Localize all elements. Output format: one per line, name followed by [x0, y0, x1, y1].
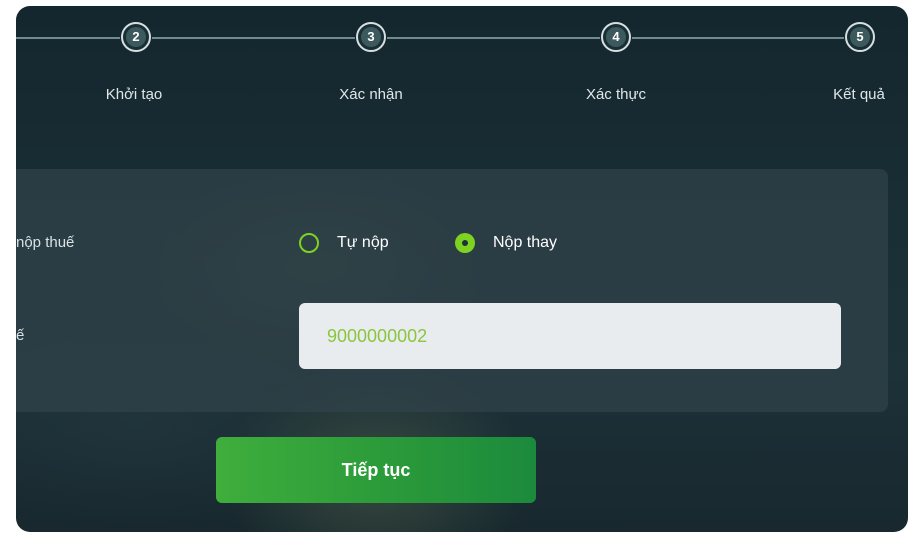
stepper-line [152, 37, 355, 39]
step-number: 4 [606, 27, 626, 47]
continue-button[interactable]: Tiếp tục [216, 437, 536, 503]
step-number: 3 [361, 27, 381, 47]
step-2-label: Khởi tạo [105, 86, 163, 103]
self-pay-radio-label: Tự nộp [337, 234, 389, 251]
radio-unchecked-icon [299, 233, 319, 253]
stepper-line [387, 37, 600, 39]
payer-type-label: nộp thuế [16, 234, 75, 251]
step-4-indicator: 4 [601, 22, 631, 52]
step-2-indicator: 2 [121, 22, 151, 52]
stepper-line [632, 37, 844, 39]
stepper-line [16, 37, 120, 39]
step-3-label: Xác nhận [339, 86, 403, 103]
tax-form-card [16, 169, 888, 412]
step-4-label: Xác thực [585, 86, 647, 103]
payment-screen: 2 3 4 5 Khởi tạo Xác nhận Xác thực Kết q… [16, 6, 908, 532]
tax-code-input[interactable] [299, 303, 841, 369]
tax-code-label: ế [16, 327, 25, 344]
step-5-label: Kết quả [833, 86, 885, 103]
step-number: 5 [850, 27, 870, 47]
radio-checked-icon [455, 233, 475, 253]
proxy-pay-radio[interactable]: Nộp thay [455, 233, 557, 253]
step-3-indicator: 3 [356, 22, 386, 52]
step-5-indicator: 5 [845, 22, 875, 52]
step-number: 2 [126, 27, 146, 47]
proxy-pay-radio-label: Nộp thay [493, 234, 558, 251]
self-pay-radio[interactable]: Tự nộp [299, 233, 389, 253]
